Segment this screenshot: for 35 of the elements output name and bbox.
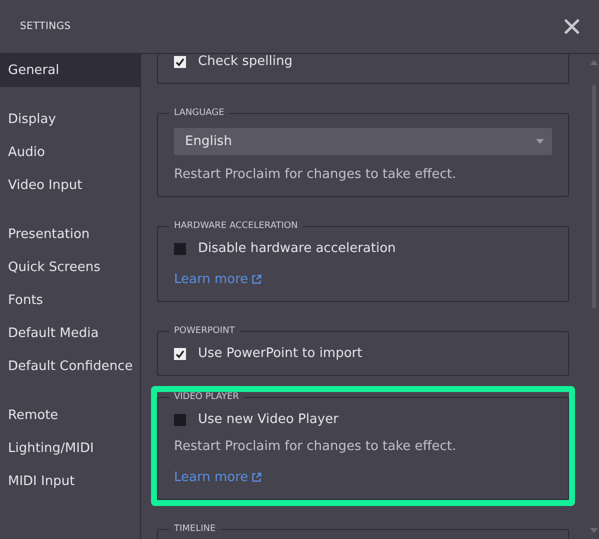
section-title: VIDEO PLAYER xyxy=(173,392,240,402)
sidebar-item[interactable]: Default Media xyxy=(0,317,140,350)
sidebar-item[interactable]: Default Confidence xyxy=(0,350,140,383)
checkbox-label: Check spelling xyxy=(198,54,292,69)
sidebar-item[interactable]: General xyxy=(0,54,140,87)
checkbox-label: Use new Video Player xyxy=(198,412,338,427)
section-title: POWERPOINT xyxy=(173,326,236,336)
restart-note: Restart Proclaim for changes to take effect. xyxy=(174,167,458,182)
sidebar-item[interactable]: Fonts xyxy=(0,284,140,317)
external-link-icon xyxy=(251,472,262,483)
checkbox[interactable] xyxy=(174,348,186,360)
scroll-up-arrow-icon[interactable] xyxy=(590,60,598,65)
checkbox-label: Disable hardware acceleration xyxy=(198,241,396,256)
sidebar-item[interactable]: Lighting/MIDI xyxy=(0,432,140,465)
sidebar-item[interactable]: MIDI Input xyxy=(0,465,140,498)
sidebar-item[interactable]: Video Input xyxy=(0,169,140,202)
checkbox[interactable] xyxy=(174,242,186,254)
sidebar-item[interactable]: Presentation xyxy=(0,218,140,251)
sidebar-item[interactable]: Remote xyxy=(0,399,140,432)
sidebar-item[interactable]: Display xyxy=(0,103,140,136)
checkbox[interactable] xyxy=(174,414,186,426)
caret-icon xyxy=(536,139,544,144)
window-title: SETTINGS xyxy=(20,21,71,32)
restart-note: Restart Proclaim for changes to take effect. xyxy=(174,439,458,454)
close-button[interactable]: ✕ xyxy=(553,14,591,40)
language-dropdown[interactable]: English xyxy=(174,128,552,155)
section-title: HARDWARE ACCELERATION xyxy=(173,221,299,231)
sidebar-item[interactable]: Quick Screens xyxy=(0,251,140,284)
section-title: LANGUAGE xyxy=(173,108,226,118)
scroll-down-arrow-icon[interactable] xyxy=(590,528,598,533)
checkbox-label: Use PowerPoint to import xyxy=(198,346,362,361)
checkbox[interactable] xyxy=(174,56,186,68)
section-title: TIMELINE xyxy=(173,524,217,534)
sidebar-item[interactable]: Audio xyxy=(0,136,140,169)
external-link-icon xyxy=(251,274,262,285)
